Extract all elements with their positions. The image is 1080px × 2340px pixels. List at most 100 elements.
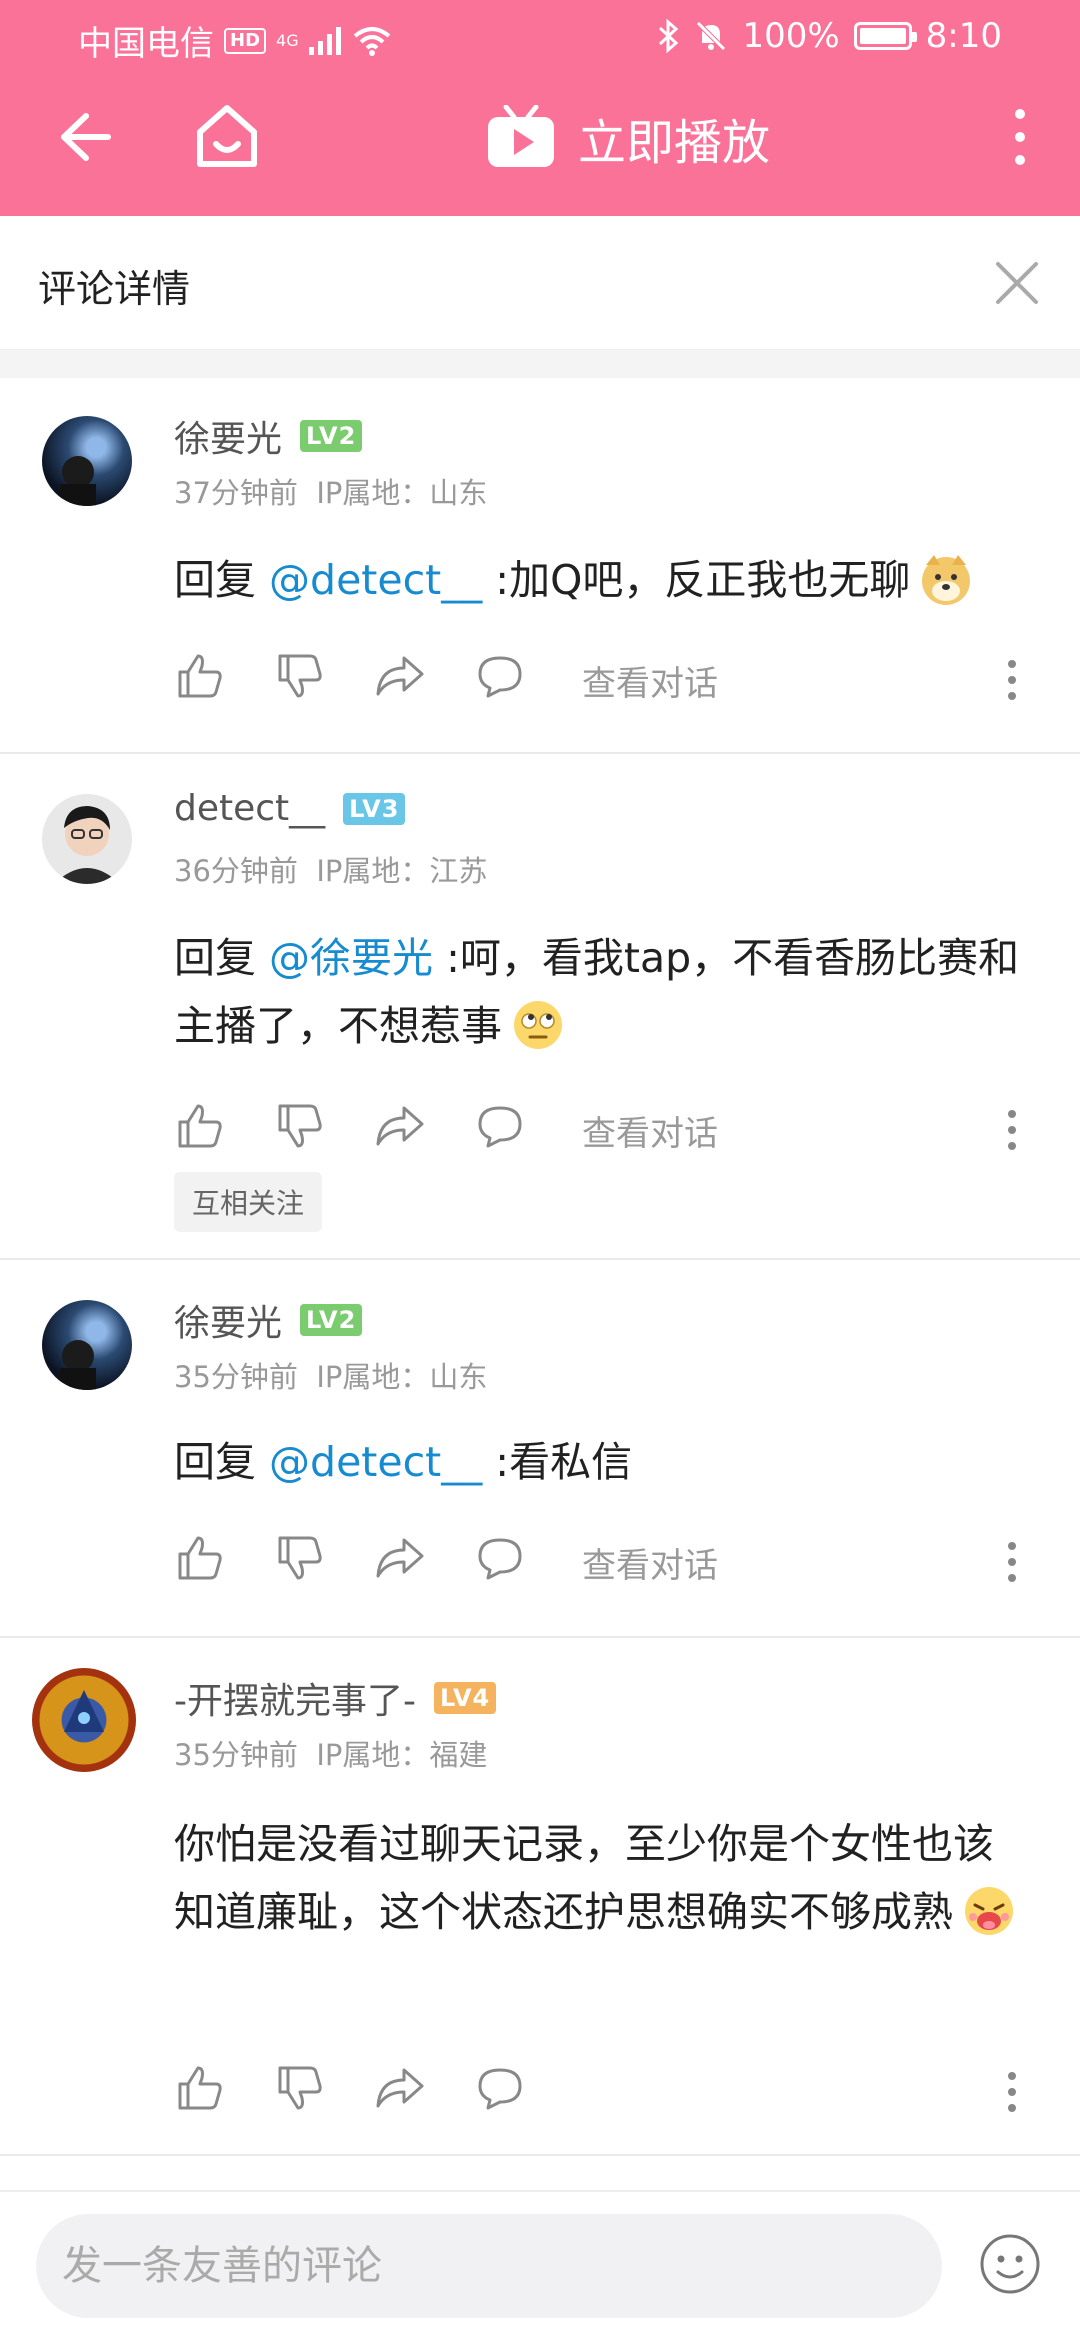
reply-prefix: 回复 xyxy=(174,556,256,604)
more-vertical-icon[interactable] xyxy=(1000,102,1040,172)
view-conversation-link[interactable]: 查看对话 xyxy=(582,1106,718,1155)
dislike-icon[interactable] xyxy=(274,1100,326,1152)
status-bar: 中国电信 HD 4G 100% 8:10 xyxy=(0,0,1080,72)
ip-location: IP属地：山东 xyxy=(316,476,488,510)
share-icon[interactable] xyxy=(374,1100,426,1152)
comment-text: 回复 @徐要光 :呵，看我tap，不看香肠比赛和主播了，不想惹事 xyxy=(174,924,1044,1060)
comment-input[interactable] xyxy=(36,2214,942,2318)
carrier-label: 中国电信 xyxy=(78,24,214,64)
level-badge: LV2 xyxy=(300,420,363,452)
reply-prefix: 回复 xyxy=(174,1438,256,1486)
ip-location: IP属地：山东 xyxy=(316,1360,488,1394)
like-icon[interactable] xyxy=(174,650,226,702)
mention-link[interactable]: @detect__ xyxy=(269,556,482,604)
tv-play-icon xyxy=(488,105,554,167)
comment-body: 你怕是没看过聊天记录，至少你是个女性也该知道廉耻，这个状态还护思想确实不够成熟 xyxy=(174,1820,994,1936)
rolling-eyes-emoji-icon xyxy=(514,1001,562,1049)
network-type: 4G xyxy=(276,30,299,50)
share-icon[interactable] xyxy=(374,650,426,702)
sheet-title: 评论详情 xyxy=(38,267,191,311)
username[interactable]: -开摆就完事了- LV4 xyxy=(174,1672,497,1724)
reply-icon[interactable] xyxy=(474,1100,526,1152)
username-text: 徐要光 xyxy=(174,419,283,460)
wifi-icon xyxy=(353,26,390,56)
username[interactable]: 徐要光 LV2 xyxy=(174,410,363,462)
dislike-icon[interactable] xyxy=(274,1532,326,1584)
reply-prefix: 回复 xyxy=(174,934,256,982)
like-icon[interactable] xyxy=(174,1100,226,1152)
avatar[interactable] xyxy=(42,1300,132,1390)
comment-time: 36分钟前 xyxy=(174,854,298,888)
mutual-follow-tag: 互相关注 xyxy=(174,1172,323,1232)
username-text: 徐要光 xyxy=(174,1303,283,1344)
mention-link[interactable]: @detect__ xyxy=(269,1438,482,1486)
app-bar: 立即播放 xyxy=(0,72,1080,216)
reply-icon[interactable] xyxy=(474,2062,526,2114)
comment-item: 徐要光 LV2 35分钟前 IP属地：山东 回复 @detect__ :看私信 … xyxy=(0,1262,1080,1638)
clock: 8:10 xyxy=(925,16,1002,56)
doge-emoji-icon xyxy=(922,555,971,605)
level-badge: LV2 xyxy=(300,1304,363,1336)
comment-time: 35分钟前 xyxy=(174,1738,298,1772)
more-vertical-icon[interactable] xyxy=(1000,1104,1024,1156)
view-conversation-link[interactable]: 查看对话 xyxy=(582,656,718,705)
mention-link[interactable]: @徐要光 xyxy=(269,934,433,982)
drooling-emoji-icon xyxy=(965,1887,1013,1935)
ip-location: IP属地：江苏 xyxy=(316,854,488,888)
divider xyxy=(0,350,1080,378)
reply-icon[interactable] xyxy=(474,650,526,702)
emoji-picker-icon[interactable] xyxy=(978,2232,1042,2296)
comment-meta: 36分钟前 IP属地：江苏 xyxy=(174,848,487,890)
play-now-label: 立即播放 xyxy=(578,115,771,171)
comment-detail-header: 评论详情 xyxy=(0,216,1080,350)
username[interactable]: detect__ LV3 xyxy=(174,788,406,829)
comment-item: -开摆就完事了- LV4 35分钟前 IP属地：福建 你怕是没看过聊天记录，至少… xyxy=(0,1640,1080,2156)
avatar[interactable] xyxy=(42,794,132,884)
share-icon[interactable] xyxy=(374,2062,426,2114)
level-badge: LV4 xyxy=(433,1682,497,1714)
comment-text: 回复 @detect__ :看私信 xyxy=(174,1428,1044,1496)
hd-icon: HD xyxy=(224,27,267,54)
username-text: -开摆就完事了- xyxy=(174,1681,416,1722)
dislike-icon[interactable] xyxy=(274,650,326,702)
level-badge: LV3 xyxy=(343,792,406,825)
close-icon[interactable] xyxy=(990,256,1044,310)
share-icon[interactable] xyxy=(374,1532,426,1584)
comment-item: 徐要光 LV2 37分钟前 IP属地：山东 回复 @detect__ :加Q吧，… xyxy=(0,378,1080,754)
more-vertical-icon[interactable] xyxy=(1000,654,1024,706)
more-vertical-icon[interactable] xyxy=(1000,2066,1024,2118)
ip-location: IP属地：福建 xyxy=(316,1738,488,1772)
dislike-icon[interactable] xyxy=(274,2062,326,2114)
comment-actions xyxy=(174,2062,1024,2122)
comment-text: 你怕是没看过聊天记录，至少你是个女性也该知道廉耻，这个状态还护思想确实不够成熟 xyxy=(174,1810,1034,1946)
comment-actions: 查看对话 xyxy=(174,1100,1024,1160)
reply-icon[interactable] xyxy=(474,1532,526,1584)
more-vertical-icon[interactable] xyxy=(1000,1536,1024,1588)
home-icon[interactable] xyxy=(190,100,264,174)
signal-icon xyxy=(308,26,341,55)
comment-meta: 37分钟前 IP属地：山东 xyxy=(174,470,487,512)
back-arrow-icon[interactable] xyxy=(50,102,120,172)
mute-bell-icon xyxy=(696,21,727,51)
username-text: detect__ xyxy=(174,788,326,829)
username[interactable]: 徐要光 LV2 xyxy=(174,1294,363,1346)
bluetooth-icon xyxy=(659,19,679,53)
play-now-button[interactable]: 立即播放 xyxy=(486,98,770,178)
battery-icon xyxy=(853,22,917,50)
comment-body: :加Q吧，反正我也无聊 xyxy=(495,556,911,604)
avatar[interactable] xyxy=(42,416,132,506)
comment-item: detect__ LV3 36分钟前 IP属地：江苏 回复 @徐要光 :呵，看我… xyxy=(0,756,1080,1260)
comment-time: 35分钟前 xyxy=(174,1360,298,1394)
comment-meta: 35分钟前 IP属地：山东 xyxy=(174,1354,487,1396)
like-icon[interactable] xyxy=(174,1532,226,1584)
view-conversation-link[interactable]: 查看对话 xyxy=(582,1538,718,1587)
comment-body: :看私信 xyxy=(495,1438,633,1486)
comment-meta: 35分钟前 IP属地：福建 xyxy=(174,1732,487,1774)
comment-text: 回复 @detect__ :加Q吧，反正我也无聊 xyxy=(174,546,1044,614)
avatar[interactable] xyxy=(32,1668,136,1772)
comment-actions: 查看对话 xyxy=(174,1532,1024,1592)
comment-input-bar xyxy=(0,2190,1080,2340)
like-icon[interactable] xyxy=(174,2062,226,2114)
top-bar: 中国电信 HD 4G 100% 8:10 立即播放 xyxy=(0,0,1080,216)
comment-time: 37分钟前 xyxy=(174,476,298,510)
